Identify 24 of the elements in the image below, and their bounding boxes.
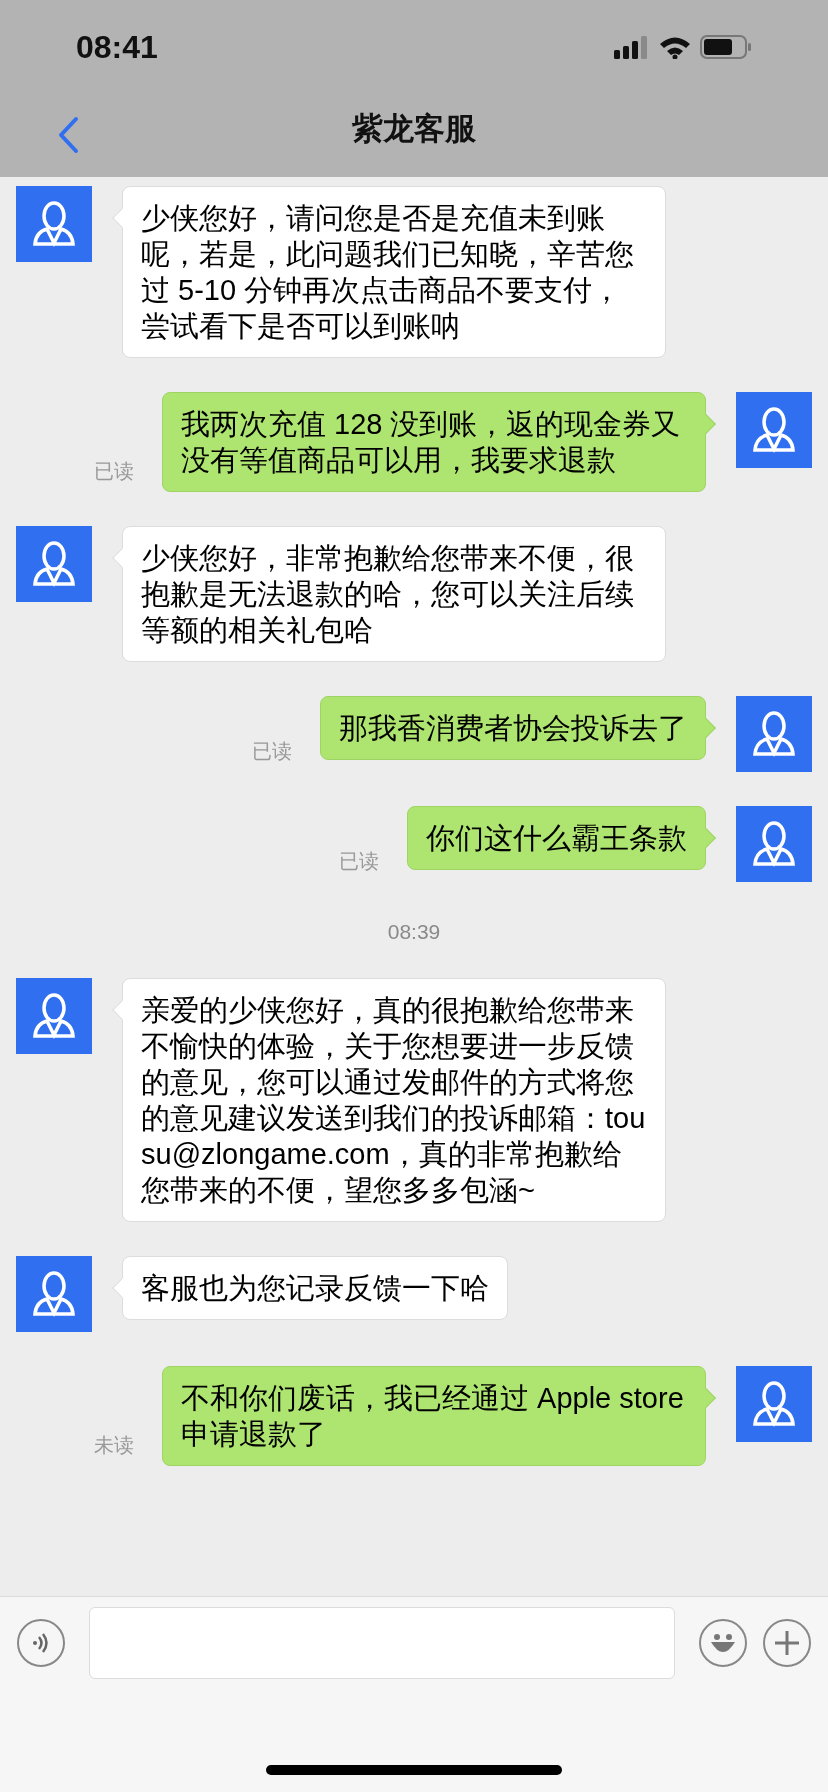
read-status: 未读 [94, 1432, 134, 1458]
read-status: 已读 [252, 739, 292, 764]
emoji-button[interactable] [699, 1619, 747, 1667]
read-status: 已读 [94, 459, 134, 484]
battery-icon [700, 34, 752, 60]
avatar-icon [736, 1365, 812, 1442]
avatar-icon [16, 526, 92, 602]
avatar-icon [16, 977, 92, 1054]
chat-title: 紫龙客服 [352, 110, 476, 149]
signal-icon [614, 35, 650, 59]
message-input[interactable] [89, 1607, 675, 1679]
voice-button[interactable] [17, 1619, 65, 1667]
avatar-icon [736, 392, 812, 468]
avatar-icon [736, 696, 812, 772]
avatar-icon [16, 1255, 92, 1332]
avatar-icon [16, 186, 92, 262]
add-button[interactable] [763, 1619, 811, 1667]
wifi-icon [658, 35, 692, 59]
plus-icon [773, 1629, 801, 1657]
timestamp: 08:39 [387, 919, 441, 945]
back-icon [57, 116, 79, 154]
read-status: 已读 [339, 849, 379, 874]
avatar-icon [736, 806, 812, 882]
status-time: 08:41 [76, 28, 158, 67]
